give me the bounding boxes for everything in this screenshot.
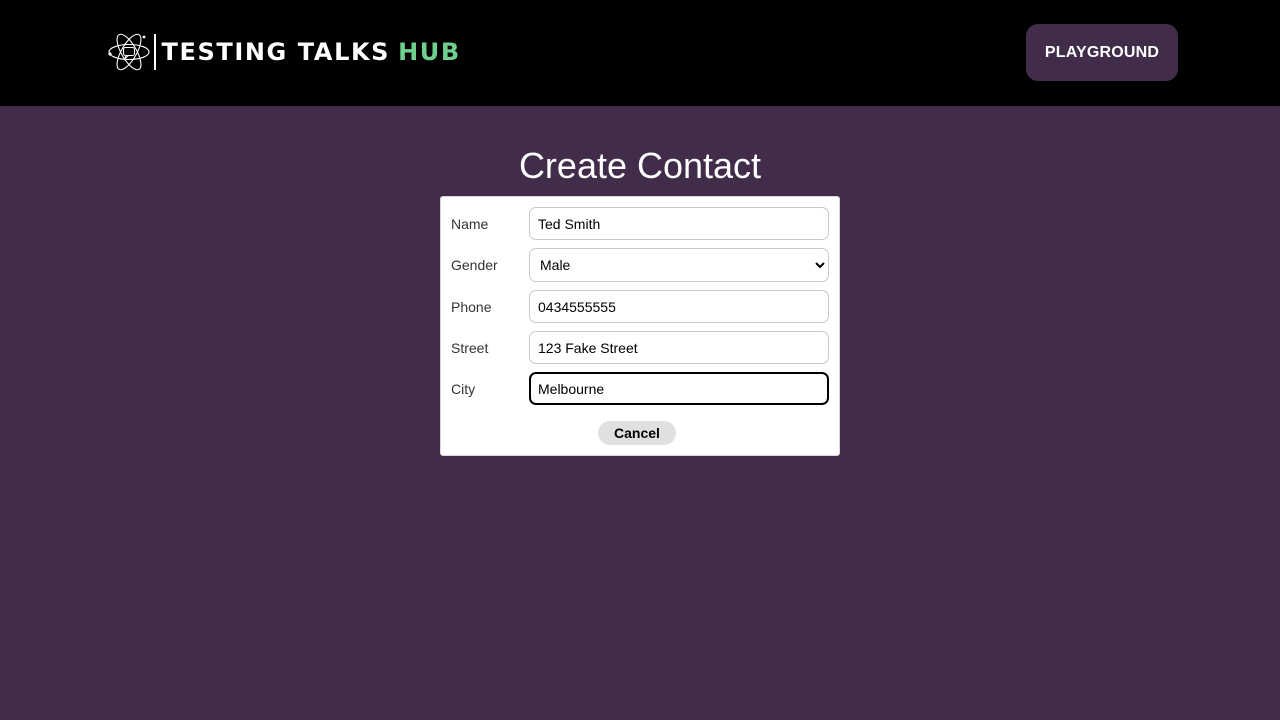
city-label: City — [451, 381, 476, 397]
brand-logo[interactable]: TESTING TALKS HUB — [107, 33, 461, 71]
name-row: Name — [441, 207, 839, 241]
phone-label: Phone — [451, 299, 492, 315]
name-label: Name — [451, 216, 489, 232]
playground-button[interactable]: PLAYGROUND — [1026, 24, 1178, 81]
city-input[interactable] — [529, 372, 829, 405]
phone-row: Phone — [441, 290, 839, 324]
gender-label: Gender — [451, 257, 498, 273]
page-title: Create Contact — [518, 145, 762, 186]
brand-name: TESTING TALKS — [161, 38, 391, 66]
street-input[interactable] — [529, 331, 829, 364]
create-contact-form: Name Gender Male Phone Street City Cance… — [440, 196, 840, 456]
logo-divider — [154, 34, 156, 70]
atom-chat-icon — [108, 33, 150, 71]
cancel-button[interactable]: Cancel — [598, 421, 676, 445]
phone-input[interactable] — [529, 290, 829, 323]
top-nav-bar: TESTING TALKS HUB PLAYGROUND — [0, 0, 1280, 106]
brand-highlight: HUB — [398, 38, 461, 66]
gender-row: Gender Male — [441, 248, 839, 282]
street-row: Street — [441, 331, 839, 365]
gender-select[interactable]: Male — [529, 248, 829, 282]
city-row: City — [441, 372, 839, 406]
name-input[interactable] — [529, 207, 829, 240]
street-label: Street — [451, 340, 489, 356]
